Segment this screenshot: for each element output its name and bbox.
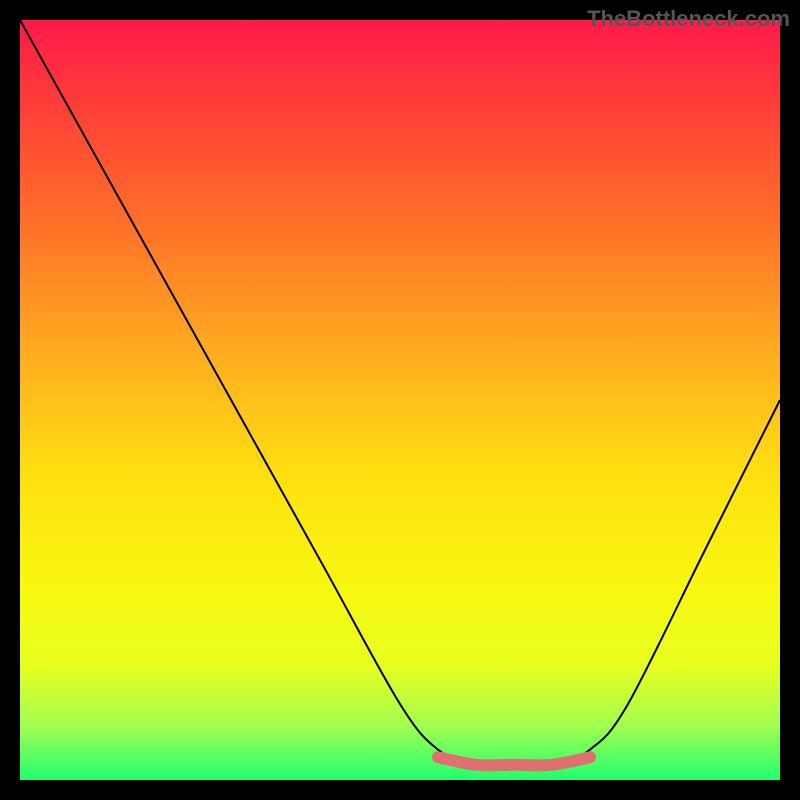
bottom-marker xyxy=(438,757,590,765)
main-curve xyxy=(20,20,780,766)
chart-plot-area xyxy=(20,20,780,780)
chart-svg xyxy=(20,20,780,780)
watermark-text: TheBottleneck.com xyxy=(587,6,790,32)
